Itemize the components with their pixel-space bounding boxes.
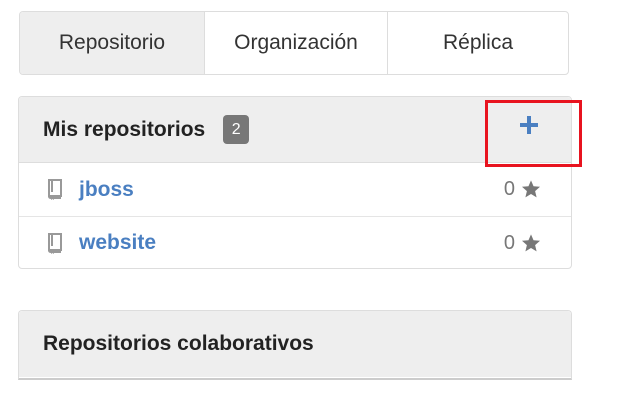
star-count: 0 [503, 231, 515, 254]
my-repositories-heading: Mis repositorios 2 [19, 97, 571, 163]
add-repository-button[interactable] [507, 103, 551, 147]
repository-list-item[interactable]: website 0 [19, 216, 571, 269]
repository-link[interactable]: website [79, 231, 156, 255]
book-icon [48, 179, 62, 200]
tab-bar: Repositorio Organización Réplica [19, 11, 569, 75]
collaborative-repositories-title: Repositorios colaborativos [43, 332, 314, 355]
my-repositories-title: Mis repositorios [43, 117, 206, 141]
star-icon[interactable] [520, 233, 542, 254]
tab-repository[interactable]: Repositorio [20, 12, 204, 74]
book-icon [48, 233, 62, 254]
tab-mirror[interactable]: Réplica [387, 12, 568, 74]
collaborative-repositories-panel: Repositorios colaborativos [18, 310, 572, 380]
repository-count-badge: 2 [223, 115, 250, 144]
repository-link[interactable]: jboss [79, 178, 134, 202]
star-count: 0 [503, 178, 515, 200]
repository-list-item[interactable]: jboss 0 [19, 163, 571, 216]
tab-organization[interactable]: Organización [204, 12, 387, 74]
plus-icon [520, 116, 538, 134]
collaborative-repositories-heading: Repositorios colaborativos [19, 311, 571, 377]
dashboard-page: Repositorio Organización Réplica Mis rep… [0, 0, 637, 413]
my-repositories-panel: Mis repositorios 2 jboss 0 website 0 [18, 96, 572, 269]
star-icon[interactable] [520, 179, 542, 200]
